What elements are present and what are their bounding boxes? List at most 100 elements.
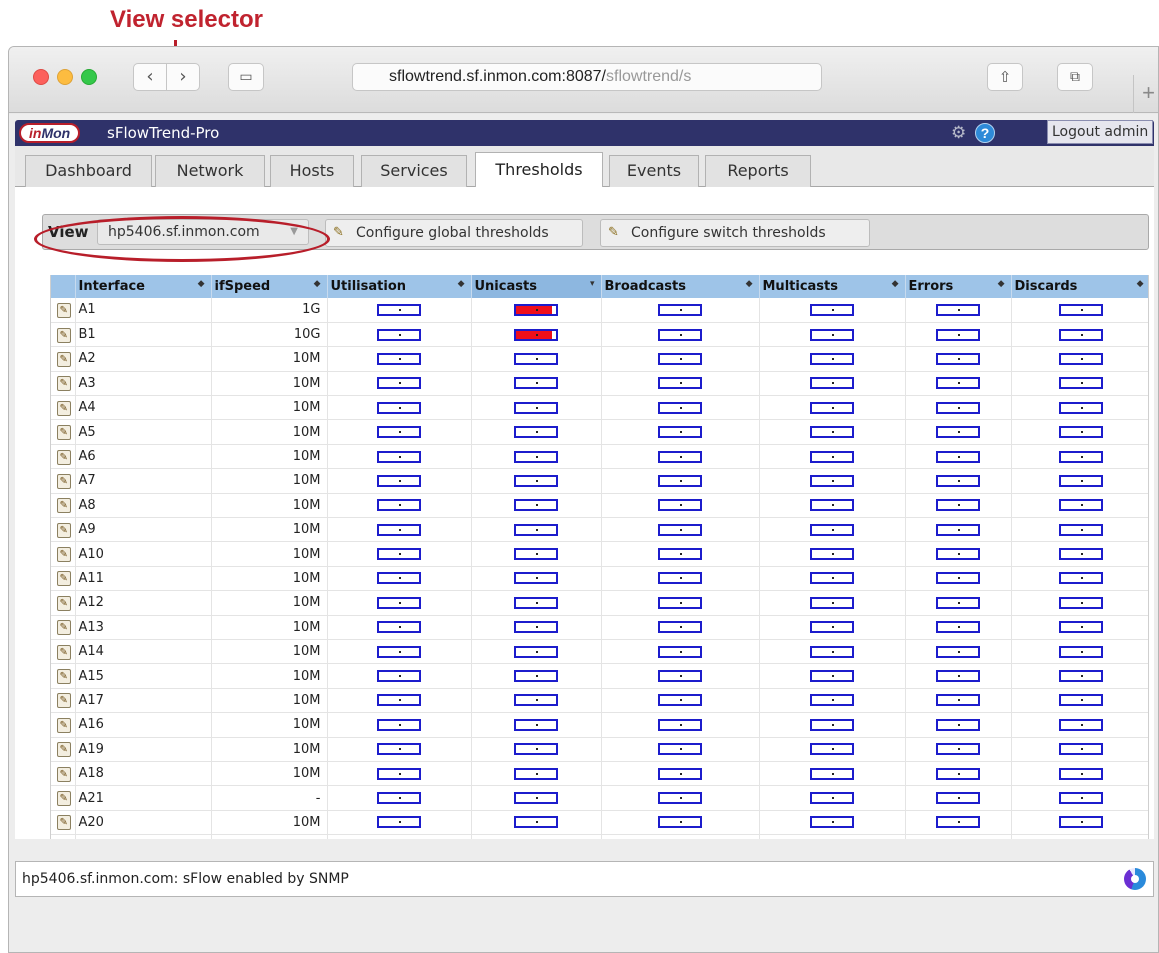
table-row[interactable]: ✎ A2 10M — [51, 346, 1148, 372]
edit-threshold-icon[interactable]: ✎ — [56, 376, 71, 392]
broadcasts-cell[interactable] — [601, 663, 760, 689]
broadcasts-cell[interactable] — [601, 468, 760, 494]
edit-threshold-icon[interactable]: ✎ — [56, 473, 71, 489]
errors-cell[interactable] — [905, 834, 1012, 839]
errors-cell[interactable] — [905, 322, 1012, 348]
errors-threshold-bar[interactable] — [936, 474, 980, 487]
discards-cell[interactable] — [1011, 322, 1148, 348]
unicasts-threshold-bar[interactable] — [514, 474, 558, 487]
errors-threshold-bar[interactable] — [936, 718, 980, 731]
edit-threshold-icon[interactable]: ✎ — [56, 425, 71, 441]
edit-threshold-icon[interactable]: ✎ — [56, 693, 71, 709]
broadcasts-cell[interactable] — [601, 712, 760, 738]
multicasts-cell[interactable] — [759, 639, 906, 665]
broadcasts-cell[interactable] — [601, 395, 760, 421]
utilisation-cell[interactable] — [327, 298, 472, 323]
table-row[interactable]: ✎ A15 10M — [51, 663, 1148, 689]
unicasts-threshold-bar[interactable] — [514, 426, 558, 439]
broadcasts-threshold-bar[interactable] — [658, 499, 702, 512]
multicasts-cell[interactable] — [759, 712, 906, 738]
unicasts-threshold-bar[interactable] — [514, 718, 558, 731]
utilisation-cell[interactable] — [327, 541, 472, 567]
broadcasts-cell[interactable] — [601, 737, 760, 762]
errors-cell[interactable] — [905, 639, 1012, 665]
edit-threshold-icon[interactable]: ✎ — [56, 449, 71, 465]
broadcasts-threshold-bar[interactable] — [658, 596, 702, 609]
unicasts-cell[interactable] — [471, 761, 602, 787]
broadcasts-threshold-bar[interactable] — [658, 450, 702, 463]
utilisation-cell[interactable] — [327, 737, 472, 762]
table-row[interactable]: ✎ A7 10M — [51, 468, 1148, 494]
multicasts-cell[interactable] — [759, 468, 906, 494]
table-row[interactable]: ✎ A1 1G — [51, 298, 1148, 323]
edit-cell[interactable]: ✎ — [51, 419, 76, 445]
unicasts-cell[interactable] — [471, 639, 602, 665]
broadcasts-threshold-bar[interactable] — [658, 572, 702, 585]
broadcasts-threshold-bar[interactable] — [658, 401, 702, 414]
unicasts-cell[interactable] — [471, 590, 602, 616]
discards-threshold-bar[interactable] — [1058, 621, 1103, 634]
column-header-unicasts[interactable]: Unicasts ▾ — [471, 275, 602, 298]
settings-gear-icon[interactable]: ⚙ — [951, 123, 966, 143]
multicasts-cell[interactable] — [759, 419, 906, 445]
errors-threshold-bar[interactable] — [936, 743, 980, 756]
table-row[interactable]: ✎ B1 10G — [51, 322, 1148, 348]
discards-threshold-bar[interactable] — [1058, 401, 1103, 414]
discards-cell[interactable] — [1011, 761, 1148, 787]
unicasts-threshold-bar[interactable] — [514, 523, 558, 536]
errors-threshold-bar[interactable] — [936, 426, 980, 439]
errors-cell[interactable] — [905, 517, 1012, 543]
broadcasts-cell[interactable] — [601, 785, 760, 811]
multicasts-cell[interactable] — [759, 298, 906, 323]
multicasts-cell[interactable] — [759, 395, 906, 421]
broadcasts-threshold-bar[interactable] — [658, 670, 702, 683]
multicasts-threshold-bar[interactable] — [810, 792, 854, 804]
edit-threshold-icon[interactable]: ✎ — [56, 669, 71, 685]
edit-threshold-icon[interactable]: ✎ — [56, 766, 71, 782]
multicasts-cell[interactable] — [759, 566, 906, 592]
multicasts-threshold-bar[interactable] — [810, 352, 854, 365]
unicasts-threshold-bar[interactable] — [514, 767, 558, 780]
multicasts-cell[interactable] — [759, 737, 906, 762]
broadcasts-cell[interactable] — [601, 810, 760, 836]
discards-cell[interactable] — [1011, 712, 1148, 738]
table-row[interactable]: ✎ A19 10M — [51, 737, 1148, 762]
multicasts-cell[interactable] — [759, 346, 906, 372]
errors-threshold-bar[interactable] — [936, 548, 980, 561]
broadcasts-cell[interactable] — [601, 517, 760, 543]
discards-cell[interactable] — [1011, 493, 1148, 519]
logout-button[interactable]: Logout admin — [1047, 120, 1154, 144]
table-row[interactable]: ✎ A21- — [51, 785, 1148, 811]
utilisation-cell[interactable] — [327, 761, 472, 787]
discards-threshold-bar[interactable] — [1058, 450, 1103, 463]
discards-cell[interactable] — [1011, 639, 1148, 665]
table-row[interactable]: ✎ A17 10M — [51, 688, 1148, 714]
broadcasts-cell[interactable] — [601, 590, 760, 616]
edit-cell[interactable]: ✎ — [51, 834, 76, 839]
column-header-ifspeed[interactable]: ifSpeed ◆ — [211, 275, 328, 298]
utilisation-cell[interactable] — [327, 712, 472, 738]
discards-cell[interactable] — [1011, 395, 1148, 421]
multicasts-threshold-bar[interactable] — [810, 499, 854, 512]
multicasts-threshold-bar[interactable] — [810, 523, 854, 536]
utilisation-threshold-bar[interactable] — [377, 718, 421, 731]
errors-threshold-bar[interactable] — [936, 596, 980, 609]
errors-cell[interactable] — [905, 493, 1012, 519]
edit-threshold-icon[interactable]: ✎ — [56, 351, 71, 367]
zoom-window-button[interactable] — [81, 69, 97, 85]
discards-threshold-bar[interactable] — [1058, 499, 1103, 512]
multicasts-threshold-bar[interactable] — [810, 596, 854, 609]
discards-cell[interactable] — [1011, 419, 1148, 445]
errors-cell[interactable] — [905, 419, 1012, 445]
utilisation-threshold-bar[interactable] — [377, 377, 421, 390]
discards-cell[interactable] — [1011, 688, 1148, 714]
multicasts-threshold-bar[interactable] — [810, 767, 854, 780]
discards-cell[interactable] — [1011, 810, 1148, 836]
column-header-multicasts[interactable]: Multicasts ◆ — [759, 275, 906, 298]
utilisation-threshold-bar[interactable] — [377, 499, 421, 512]
utilisation-cell[interactable] — [327, 834, 472, 839]
discards-threshold-bar[interactable] — [1058, 572, 1103, 585]
broadcasts-threshold-bar[interactable] — [658, 474, 702, 487]
discards-threshold-bar[interactable] — [1058, 767, 1103, 780]
multicasts-cell[interactable] — [759, 785, 906, 811]
